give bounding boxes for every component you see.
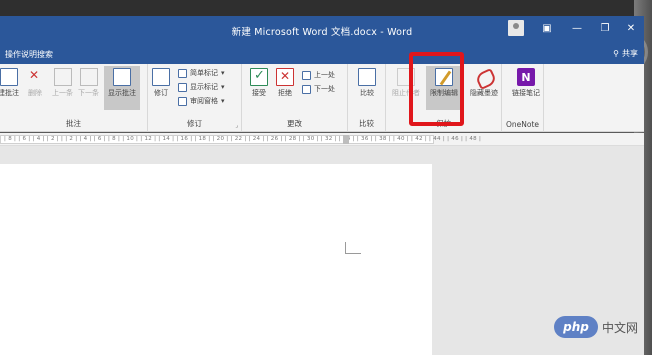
- hide-ink-button[interactable]: 隐藏墨迹: [470, 68, 498, 98]
- changes-group: 接受 拒绝 上一处 下一处 更改: [242, 64, 348, 132]
- tracking-group-label: 修订: [187, 119, 202, 128]
- previous-comment-icon: [53, 68, 72, 86]
- chevron-down-icon: ▾: [221, 97, 225, 105]
- onenote-icon: N: [517, 68, 535, 86]
- onenote-group-label: OneNote: [505, 120, 540, 129]
- tracking-group: 修订 简单标记 ▾ 显示标记 ▾ 审阅窗格 ▾ 修订 ⌟: [148, 64, 242, 132]
- show-markup-icon: [178, 82, 187, 92]
- ruler-margin-marker[interactable]: [343, 135, 349, 144]
- accept-label: 接受: [252, 89, 266, 97]
- restore-button[interactable]: ❐: [598, 22, 612, 34]
- track-changes-icon: [152, 68, 170, 86]
- next-change-button[interactable]: 下一处: [302, 84, 335, 94]
- reject-icon: [276, 68, 294, 86]
- track-changes-button[interactable]: 修订: [152, 68, 170, 98]
- delete-icon: [26, 68, 44, 86]
- track-changes-label: 修订: [154, 89, 168, 97]
- screen-bezel-top: [0, 0, 652, 16]
- review-ribbon: 建批注 删除 上一条 下一条 显示批注 批注 修订 简单标记 ▾: [0, 64, 644, 132]
- share-label: 共享: [622, 49, 638, 58]
- show-comments-button[interactable]: 显示批注: [104, 66, 140, 110]
- text-boundary-marker: [345, 242, 361, 254]
- next-comment-button[interactable]: 下一条: [78, 68, 99, 98]
- delete-comment-button[interactable]: 删除: [26, 68, 44, 98]
- new-comment-button[interactable]: 建批注: [0, 68, 19, 98]
- reviewing-pane-icon: [178, 96, 187, 106]
- title-bar: 新建 Microsoft Word 文档.docx - Word ▣ — ❐ ✕: [0, 16, 644, 44]
- markup-icon: [178, 68, 187, 78]
- linked-notes-button[interactable]: N 链接笔记: [512, 68, 540, 98]
- ruler-ticks: | 8 | | 6 | | 4 | | 2 | | | 2 | | 4 | | …: [4, 136, 482, 142]
- ribbon-display-options-icon[interactable]: ▣: [540, 22, 554, 34]
- watermark-text: 中文网: [602, 320, 639, 335]
- markup-dropdown[interactable]: 简单标记 ▾: [178, 68, 225, 78]
- chevron-down-icon: ▾: [221, 69, 225, 77]
- php-logo: php: [554, 316, 598, 338]
- changes-group-label: 更改: [287, 119, 302, 128]
- next-change-icon: [302, 84, 311, 94]
- previous-change-label: 上一处: [314, 71, 335, 79]
- compare-group: 比较 比较: [348, 64, 386, 132]
- comments-group: 建批注 删除 上一条 下一条 显示批注 批注: [0, 64, 148, 132]
- accept-icon: [250, 68, 268, 86]
- previous-comment-button[interactable]: 上一条: [52, 68, 73, 98]
- accept-button[interactable]: 接受: [250, 68, 268, 98]
- person-icon: ⚲: [613, 49, 619, 58]
- next-change-label: 下一处: [314, 85, 335, 93]
- markup-label: 简单标记: [190, 69, 218, 77]
- account-avatar-icon[interactable]: [508, 20, 524, 36]
- tell-me-search[interactable]: 操作说明搜索: [5, 49, 53, 60]
- reject-button[interactable]: 拒绝: [276, 68, 294, 98]
- compare-label: 比较: [360, 89, 374, 97]
- compare-button[interactable]: 比较: [358, 68, 376, 98]
- onenote-group: N 链接笔记 OneNote: [502, 64, 544, 132]
- show-comments-icon: [113, 68, 131, 86]
- show-markup-dropdown[interactable]: 显示标记 ▾: [178, 82, 225, 92]
- previous-change-button[interactable]: 上一处: [302, 70, 335, 80]
- close-button[interactable]: ✕: [624, 22, 638, 34]
- chevron-down-icon: ▾: [221, 83, 225, 91]
- delete-label: 删除: [28, 89, 42, 97]
- linked-notes-label: 链接笔记: [512, 89, 540, 97]
- share-button[interactable]: ⚲ 共享: [613, 48, 638, 59]
- annotation-highlight-box: [409, 52, 464, 126]
- document-page[interactable]: [0, 164, 432, 355]
- reviewing-pane-label: 审阅窗格: [190, 97, 218, 105]
- hide-ink-label: 隐藏墨迹: [470, 89, 498, 97]
- previous-label: 上一条: [52, 89, 73, 97]
- dialog-launcher-icon[interactable]: ⌟: [235, 122, 238, 129]
- comment-icon: [0, 68, 18, 86]
- document-area: [0, 146, 644, 355]
- tell-me-bar: 操作说明搜索 ⚲ 共享: [0, 44, 644, 64]
- comments-group-label: 批注: [66, 119, 81, 128]
- compare-group-label: 比较: [359, 119, 374, 128]
- horizontal-ruler: | 8 | | 6 | | 4 | | 2 | | | 2 | | 4 | | …: [0, 133, 644, 146]
- show-markup-label: 显示标记: [190, 83, 218, 91]
- previous-change-icon: [302, 70, 311, 80]
- compare-icon: [358, 68, 376, 86]
- next-comment-icon: [79, 68, 98, 86]
- reviewing-pane-dropdown[interactable]: 审阅窗格 ▾: [178, 96, 225, 106]
- reject-label: 拒绝: [278, 89, 292, 97]
- minimize-button[interactable]: —: [570, 22, 584, 34]
- new-comment-label: 建批注: [0, 89, 19, 97]
- watermark: php 中文网: [554, 316, 638, 338]
- ink-icon: [475, 68, 493, 86]
- next-label: 下一条: [78, 89, 99, 97]
- show-comments-label: 显示批注: [108, 89, 136, 97]
